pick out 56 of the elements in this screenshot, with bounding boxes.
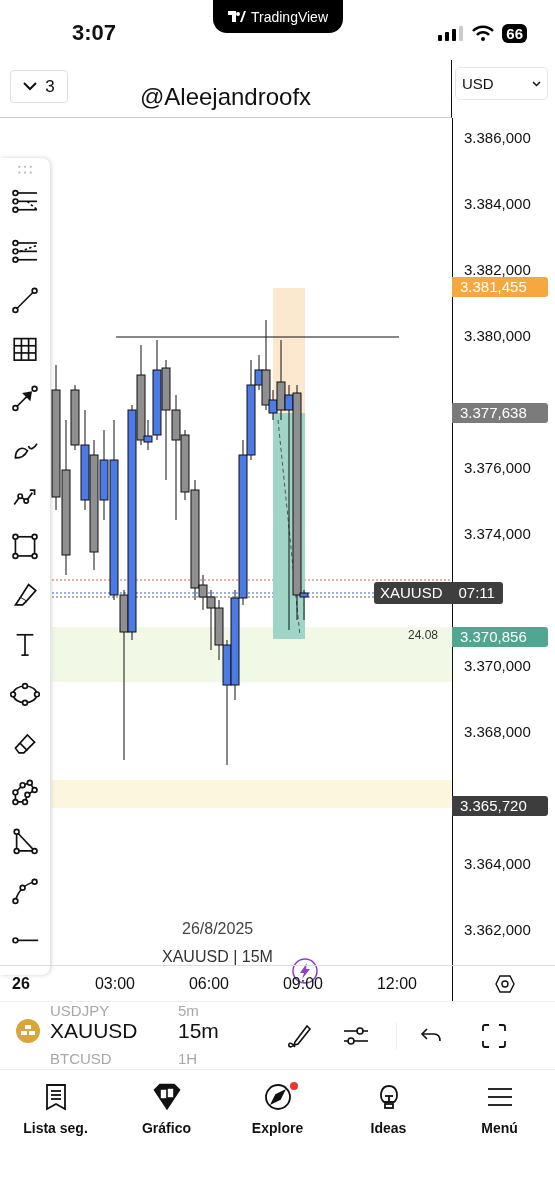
countdown-time: 07:11: [457, 583, 496, 603]
chevron-down-icon: [23, 82, 38, 91]
interval-label[interactable]: 15m: [178, 1019, 219, 1043]
price-tag: 3.370,856: [452, 626, 548, 647]
triangle-icon[interactable]: [10, 827, 40, 857]
chevron-down-icon: [532, 80, 541, 87]
time-tick: 06:00: [187, 974, 230, 993]
line-tool-icon[interactable]: [10, 285, 40, 315]
nav-tab[interactable]: Ideas: [333, 1070, 444, 1158]
curve-icon[interactable]: [10, 876, 40, 906]
watchlist-interval: 1H: [178, 1050, 198, 1067]
price-tick: 3.368,000: [464, 722, 531, 740]
nav-tab[interactable]: Explore: [222, 1070, 333, 1158]
time-tick: 12:00: [375, 974, 418, 993]
price-tag: 3.365,720: [452, 796, 548, 817]
price-tick: 3.384,000: [464, 194, 531, 212]
coin-icon: [16, 1019, 40, 1043]
chart-watermark-title: @Aleejandroofx: [139, 83, 312, 111]
price-tick: 3.374,000: [464, 524, 531, 542]
time-tick: 09:00: [281, 974, 324, 993]
nav-tab[interactable]: Menú: [444, 1070, 555, 1158]
price-tick: 3.382,000: [464, 260, 531, 278]
clock-time: 3:07: [72, 20, 117, 46]
price-tick: 3.364,000: [464, 854, 531, 872]
battery-level: 66: [502, 23, 527, 43]
day-label: 26: [11, 974, 31, 993]
wifi-icon: [472, 25, 495, 41]
date-label: 26/8/2025: [182, 920, 254, 938]
logo-icon: [227, 10, 246, 23]
price-tick: 3.370,000: [464, 656, 531, 674]
pen-icon[interactable]: [285, 1022, 313, 1050]
settings-icon[interactable]: [495, 974, 515, 994]
grid-icon[interactable]: [10, 335, 40, 364]
price-tick: 3.362,000: [464, 920, 531, 938]
rectangle-icon[interactable]: [10, 532, 40, 561]
arrow-icon[interactable]: [10, 384, 40, 414]
price-tick: 3.376,000: [464, 458, 531, 476]
drag-handle-icon[interactable]: [17, 164, 33, 176]
signal-icon: [438, 25, 465, 41]
nav-tab[interactable]: Gráfico: [111, 1070, 222, 1158]
symbol-name[interactable]: XAUUSD: [50, 1019, 178, 1043]
fullscreen-icon[interactable]: [480, 1022, 508, 1050]
polygon-icon[interactable]: [10, 778, 40, 807]
time-tick: 03:00: [93, 974, 136, 993]
price-tag: 3.381,455: [452, 277, 548, 297]
price-tick: 3.380,000: [464, 326, 531, 344]
layout-dropdown[interactable]: 3: [10, 70, 68, 103]
app-name: TradingView: [250, 8, 328, 25]
position-label: 24.08: [408, 628, 439, 642]
watchlist-interval: 5m: [178, 1002, 199, 1019]
currency-select[interactable]: USD: [455, 67, 548, 100]
price-tag: 3.377,638: [452, 402, 548, 423]
symbol-legend: XAUUSD | 15M: [162, 948, 273, 966]
symbol-label: XAUUSD: [379, 583, 444, 603]
price-tick: 3.386,000: [464, 128, 531, 146]
nav-tab[interactable]: Lista seg.: [0, 1070, 111, 1158]
